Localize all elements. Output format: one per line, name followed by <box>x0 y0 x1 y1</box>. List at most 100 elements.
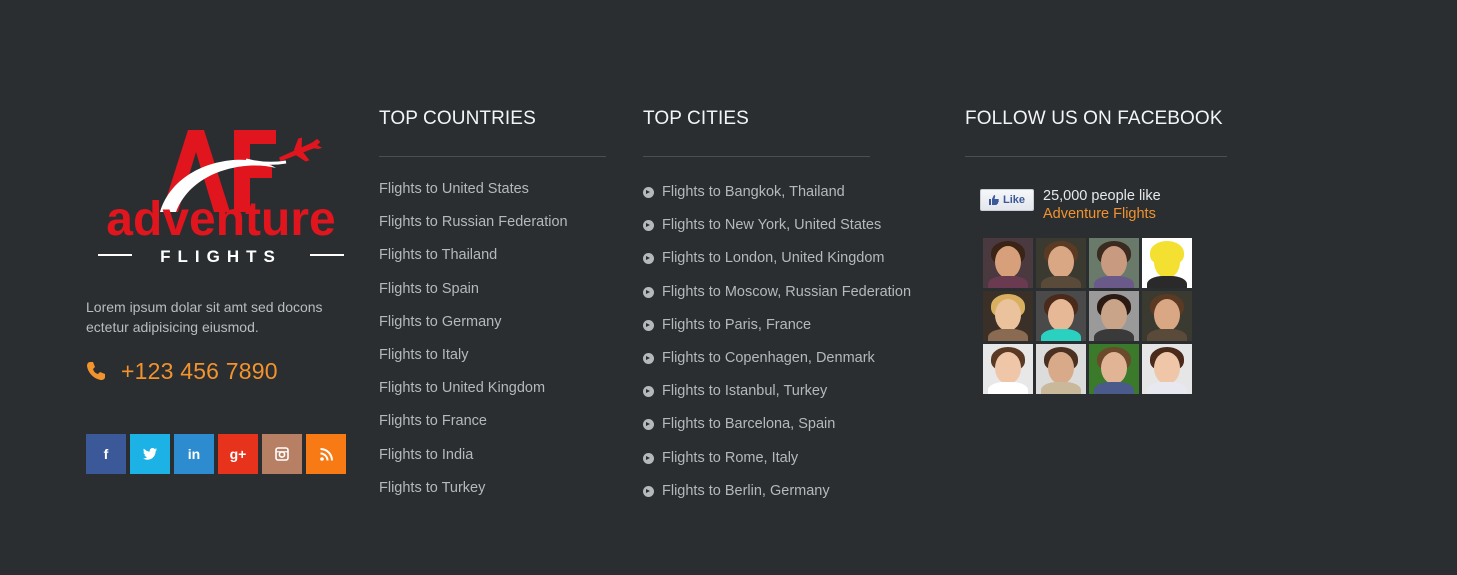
social-links: f in g+ <box>86 434 350 474</box>
twitter-icon <box>143 448 157 460</box>
footer-link[interactable]: Flights to Moscow, Russian Federation <box>643 282 911 315</box>
footer-link[interactable]: Flights to France <box>379 411 606 444</box>
google-plus-button[interactable]: g+ <box>218 434 258 474</box>
footer-link-label: Flights to Copenhagen, Denmark <box>662 349 875 366</box>
footer-link-label: Flights to United Kingdom <box>379 380 546 397</box>
like-count: 25,000 people like <box>1043 188 1161 204</box>
phone-contact[interactable]: +123 456 7890 <box>86 356 278 386</box>
facebook-button[interactable]: f <box>86 434 126 474</box>
facebook-title: FOLLOW US ON FACEBOOK <box>965 108 1223 129</box>
instagram-button[interactable] <box>262 434 302 474</box>
footer-link[interactable]: Flights to Copenhagen, Denmark <box>643 348 875 381</box>
footer-link-label: Flights to Spain <box>379 280 479 297</box>
footer-link-label: Flights to London, United Kingdom <box>662 250 885 267</box>
footer-link-label: Flights to Istanbul, Turkey <box>662 383 828 400</box>
arrow-circle-icon <box>643 419 654 431</box>
footer-link[interactable]: Flights to London, United Kingdom <box>643 248 884 281</box>
footer-link[interactable]: Flights to United States <box>379 179 606 212</box>
arrow-circle-icon <box>643 319 654 331</box>
phone-number: +123 456 7890 <box>121 357 278 384</box>
top-countries-title: TOP COUNTRIES <box>379 108 536 129</box>
fan-avatar[interactable] <box>983 291 1033 341</box>
footer-link-label: Flights to Berlin, Germany <box>662 482 830 499</box>
top-countries-section: TOP COUNTRIES Flights to United States Fl… <box>379 106 606 511</box>
footer-link[interactable]: Flights to Turkey <box>379 478 606 511</box>
fan-avatar[interactable] <box>1089 344 1139 394</box>
facebook-icon: f <box>103 446 109 462</box>
footer-link-label: Flights to Rome, Italy <box>662 449 799 466</box>
arrow-circle-icon <box>643 253 654 265</box>
footer-link-label: Flights to Bangkok, Thailand <box>662 184 845 200</box>
fan-avatar[interactable] <box>983 344 1033 394</box>
footer-link-label: Flights to France <box>379 413 487 430</box>
footer-link[interactable]: Flights to Italy <box>379 345 606 378</box>
rss-button[interactable] <box>306 434 346 474</box>
footer-tagline: Lorem ipsum dolar sit amt sed docons ect… <box>86 299 323 335</box>
fan-avatar[interactable] <box>1089 238 1139 288</box>
top-cities-section: TOP CITIES Flights to Bangkok, Thailand F… <box>643 106 911 514</box>
site-footer: adventure FLIGHTS Lorem ipsum dolar sit … <box>0 0 1457 575</box>
fan-avatars <box>983 238 1192 394</box>
linkedin-icon: in <box>187 446 201 462</box>
logo-name-text: adventure <box>106 193 335 246</box>
footer-link[interactable]: Flights to Paris, France <box>643 315 870 348</box>
fan-avatar[interactable] <box>1036 238 1086 288</box>
logo-graphic: adventure FLIGHTS <box>98 130 344 266</box>
arrow-circle-icon <box>643 452 654 464</box>
footer-link-label: Flights to Paris, France <box>662 316 812 333</box>
footer-link[interactable]: Flights to India <box>379 445 606 478</box>
fan-avatar[interactable] <box>1142 238 1192 288</box>
footer-link-label: Flights to Germany <box>379 313 502 330</box>
footer-link-label: Flights to Russian Federation <box>379 214 568 231</box>
arrow-circle-icon <box>643 386 654 398</box>
arrow-circle-icon <box>643 352 654 364</box>
twitter-button[interactable] <box>130 434 170 474</box>
footer-link[interactable]: Flights to Germany <box>379 312 606 345</box>
footer-link[interactable]: Flights to United Kingdom <box>379 378 606 411</box>
instagram-icon <box>275 447 289 461</box>
divider <box>965 156 1227 157</box>
footer-link[interactable]: Flights to Istanbul, Turkey <box>643 381 870 414</box>
top-cities-title: TOP CITIES <box>643 108 749 129</box>
footer-link[interactable]: Flights to New York, United States <box>643 215 881 248</box>
thumbs-up-icon <box>988 195 999 205</box>
city-links: Flights to Bangkok, Thailand Flights to N… <box>643 182 911 514</box>
divider <box>379 156 606 157</box>
footer-link-label: Flights to Moscow, Russian Federation <box>662 283 912 300</box>
footer-link-label: Flights to Italy <box>379 346 469 363</box>
fan-avatar[interactable] <box>983 238 1033 288</box>
adventure-flights-logo[interactable]: adventure FLIGHTS <box>96 120 346 270</box>
logo-sub-text: FLIGHTS <box>160 247 282 266</box>
facebook-page-link[interactable]: Adventure Flights <box>1043 206 1156 222</box>
footer-link[interactable]: Flights to Russian Federation <box>379 212 606 245</box>
footer-link-label: Flights to Thailand <box>379 247 498 264</box>
footer-link-label: Flights to United States <box>379 181 529 197</box>
google-plus-icon: g+ <box>229 446 247 462</box>
fan-avatar[interactable] <box>1036 344 1086 394</box>
fan-avatar[interactable] <box>1142 291 1192 341</box>
footer-link-label: Flights to Turkey <box>379 479 486 496</box>
fan-avatar[interactable] <box>1036 291 1086 341</box>
like-label: Like <box>1002 194 1025 206</box>
arrow-circle-icon <box>643 485 654 497</box>
footer-link-label: Flights to Barcelona, Spain <box>662 416 836 433</box>
footer-link[interactable]: Flights to Spain <box>379 279 606 312</box>
arrow-circle-icon <box>643 286 654 298</box>
facebook-section: FOLLOW US ON FACEBOOK Like 25,000 people… <box>965 106 1227 394</box>
footer-link[interactable]: Flights to Bangkok, Thailand <box>643 182 870 215</box>
country-links: Flights to United States Flights to Russi… <box>379 179 606 511</box>
rss-icon <box>319 447 333 461</box>
footer-link-label: Flights to India <box>379 446 474 463</box>
phone-icon <box>87 362 105 380</box>
fan-avatar[interactable] <box>1089 291 1139 341</box>
linkedin-button[interactable]: in <box>174 434 214 474</box>
footer-link[interactable]: Flights to Thailand <box>379 245 606 278</box>
fan-avatar[interactable] <box>1142 344 1192 394</box>
facebook-like-button[interactable]: Like <box>980 189 1034 211</box>
footer-link-label: Flights to New York, United States <box>662 217 882 234</box>
footer-link[interactable]: Flights to Barcelona, Spain <box>643 414 870 447</box>
footer-link[interactable]: Flights to Rome, Italy <box>643 448 870 481</box>
arrow-circle-icon <box>643 220 654 232</box>
arrow-circle-icon <box>643 187 654 198</box>
footer-link[interactable]: Flights to Berlin, Germany <box>643 481 870 514</box>
